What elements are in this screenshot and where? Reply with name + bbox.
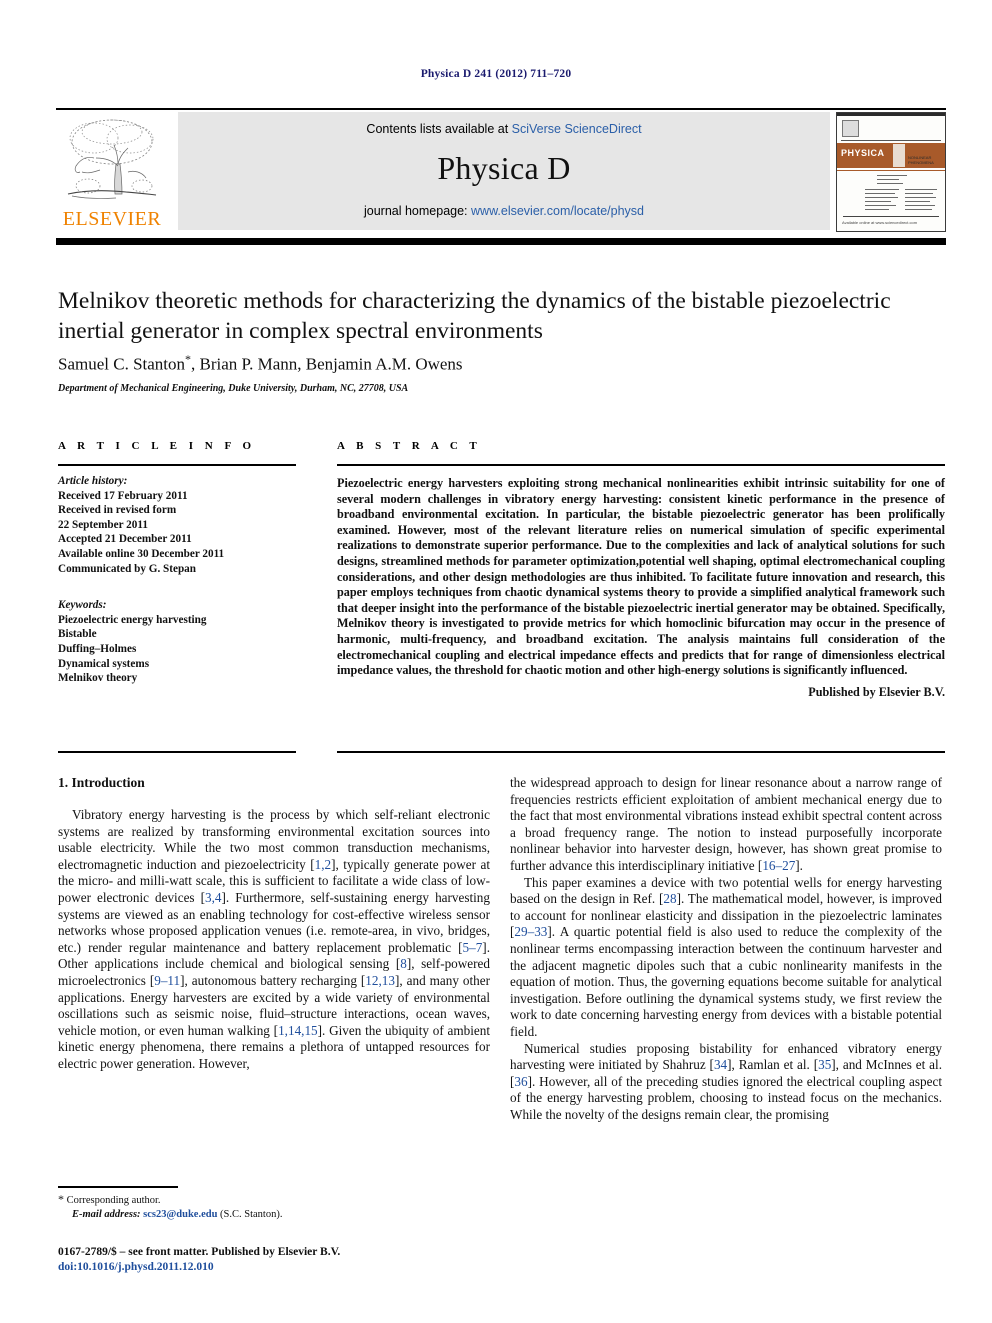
article-info-column: A R T I C L E I N F O Article history: R… <box>58 440 296 686</box>
header-top-rule <box>56 108 946 110</box>
homepage-prefix: journal homepage: <box>363 204 472 218</box>
citation-link[interactable]: 3,4 <box>205 890 221 905</box>
paragraph: Numerical studies proposing bistability … <box>510 1041 942 1124</box>
text-run: ]. A quartic potential field is also use… <box>510 924 942 1039</box>
journal-banner: Contents lists available at SciVerse Sci… <box>178 112 830 230</box>
corresponding-author-marker: * <box>185 352 192 366</box>
elsevier-tree-icon <box>58 112 166 208</box>
history-item: Communicated by G. Stepan <box>58 562 196 575</box>
sciencedirect-link[interactable]: SciVerse ScienceDirect <box>512 122 642 136</box>
abstract-publisher-line: Published by Elsevier B.V. <box>808 684 945 699</box>
email-suffix: (S.C. Stanton). <box>217 1209 283 1220</box>
affiliation: Department of Mechanical Engineering, Du… <box>58 383 409 394</box>
email-line: E-mail address: scs23@duke.edu (S.C. Sta… <box>58 1208 490 1222</box>
keywords-block: Keywords: Piezoelectric energy harvestin… <box>58 598 296 686</box>
email-link[interactable]: scs23@duke.edu <box>143 1209 217 1220</box>
cover-top-rule <box>841 140 941 141</box>
journal-homepage-link[interactable]: www.elsevier.com/locate/physd <box>471 204 644 218</box>
paragraph: This paper examines a device with two po… <box>510 875 942 1041</box>
elsevier-wordmark: ELSEVIER <box>62 208 162 230</box>
paragraph: Vibratory energy harvesting is the proce… <box>58 807 490 1073</box>
keywords-label: Keywords: <box>58 599 107 612</box>
journal-cover-thumbnail: PHYSICA NONLINEAR PHENOMENA Available on… <box>836 112 946 232</box>
keyword-item: Bistable <box>58 628 97 641</box>
footnote-rule <box>58 1186 178 1188</box>
history-item: Received 17 February 2011 <box>58 489 188 502</box>
keyword-item: Dynamical systems <box>58 657 150 670</box>
abstract-bottom-rule <box>337 751 945 753</box>
cover-band-rule <box>837 170 945 171</box>
citation-link[interactable]: 35 <box>818 1057 831 1072</box>
citation-link[interactable]: 5–7 <box>463 940 483 955</box>
journal-homepage-line: journal homepage: www.elsevier.com/locat… <box>178 204 830 218</box>
page-title: Melnikov theoretic methods for character… <box>58 288 891 344</box>
article-info-rule <box>58 464 296 466</box>
keyword-item: Duffing–Holmes <box>58 642 137 655</box>
history-item: Received in revised form <box>58 504 177 517</box>
contents-available-line: Contents lists available at SciVerse Sci… <box>178 122 830 136</box>
elsevier-logo: ELSEVIER <box>58 112 166 232</box>
citation-link[interactable]: 28 <box>663 891 676 906</box>
paper-page: Physica D 241 (2012) 711–720 ELSEVIER Co… <box>0 0 992 1323</box>
header-bottom-bar <box>56 238 946 245</box>
citation-link[interactable]: 34 <box>714 1057 727 1072</box>
running-head: Physica D 241 (2012) 711–720 <box>420 68 572 80</box>
text-run: the widespread approach to design for li… <box>510 775 942 873</box>
article-info-bottom-rule <box>58 751 296 753</box>
article-history-block: Article history: Received 17 February 20… <box>58 474 296 576</box>
issn-line: 0167-2789/$ – see front matter. Publishe… <box>58 1246 341 1258</box>
citation-link[interactable]: 12,13 <box>365 973 395 988</box>
tree-svg <box>67 119 157 199</box>
corresponding-author-text: Corresponding author. <box>66 1195 161 1206</box>
corresponding-author-line: * Corresponding author. <box>58 1192 490 1208</box>
cover-content-lines <box>837 173 945 217</box>
body-column-left: 1. Introduction Vibratory energy harvest… <box>58 775 490 1073</box>
journal-title: Physica D <box>437 150 571 186</box>
cover-band-title: PHYSICA <box>841 148 885 158</box>
footnote: * Corresponding author. E-mail address: … <box>58 1192 490 1222</box>
asterisk-icon: * <box>58 1192 64 1206</box>
abstract-heading: A B S T R A C T <box>337 440 482 452</box>
citation-link[interactable]: 16–27 <box>762 858 795 873</box>
abstract-rule <box>337 464 945 466</box>
contents-prefix: Contents lists available at <box>366 122 512 136</box>
abstract-text: Piezoelectric energy harvesters exploiti… <box>337 476 945 678</box>
history-item: Available online 30 December 2011 <box>58 547 225 560</box>
colophon: 0167-2789/$ – see front matter. Publishe… <box>58 1245 528 1275</box>
text-run: ], autonomous battery recharging [ <box>180 972 366 988</box>
text-run: ]. However, all of the preceding studies… <box>510 1073 942 1122</box>
body-column-right: the widespread approach to design for li… <box>510 775 942 1123</box>
cover-top-bar <box>837 113 945 116</box>
journal-header: ELSEVIER Contents lists available at Sci… <box>56 108 946 232</box>
citation-link[interactable]: 9–11 <box>154 973 180 988</box>
text-run: ], Ramlan et al. [ <box>727 1057 819 1073</box>
keyword-item: Piezoelectric energy harvesting <box>58 613 207 626</box>
citation-link[interactable]: 1,14,15 <box>278 1023 318 1038</box>
section-heading-introduction: 1. Introduction <box>58 775 145 790</box>
cover-footer-text: Available online at www.sciencedirect.co… <box>842 220 918 225</box>
cover-bottom-rule <box>843 216 939 217</box>
citation-link[interactable]: 8 <box>400 956 407 971</box>
paragraph: the widespread approach to design for li… <box>510 775 942 875</box>
cover-letter-box <box>893 144 905 167</box>
author-list: Samuel C. Stanton*, Brian P. Mann, Benja… <box>58 352 463 374</box>
abstract-column: A B S T R A C T Piezoelectric energy har… <box>337 440 945 700</box>
cover-mini-logo-icon <box>842 120 859 137</box>
citation-link[interactable]: 29–33 <box>514 924 547 939</box>
history-item: Accepted 21 December 2011 <box>58 533 192 546</box>
article-history-label: Article history: <box>58 475 128 487</box>
doi-link[interactable]: doi:10.1016/j.physd.2011.12.010 <box>58 1260 528 1275</box>
cover-band-subtitle: NONLINEAR PHENOMENA <box>908 155 934 165</box>
article-info-heading: A R T I C L E I N F O <box>58 440 256 452</box>
citation-link[interactable]: 1,2 <box>315 857 331 872</box>
history-item: 22 September 2011 <box>58 518 148 531</box>
email-label: E-mail address: <box>72 1209 144 1220</box>
text-run: ]. <box>795 857 803 873</box>
keyword-item: Melnikov theory <box>58 672 138 685</box>
citation-link[interactable]: 36 <box>514 1074 527 1089</box>
